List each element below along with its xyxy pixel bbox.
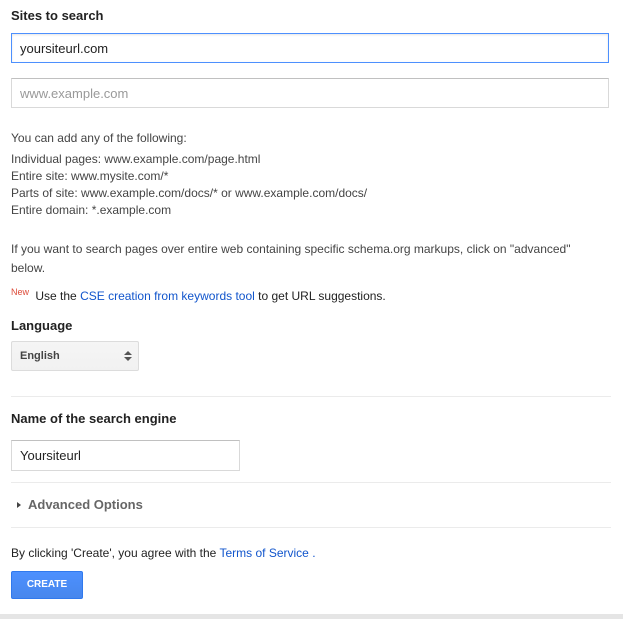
language-heading: Language [11, 318, 73, 333]
agreement-suffix: . [312, 546, 316, 560]
engine-name-heading: Name of the search engine [11, 411, 177, 426]
hint-parts-of-site: Parts of site: www.example.com/docs/* or… [11, 186, 368, 200]
terms-of-service-link[interactable]: Terms of Service [219, 546, 308, 560]
language-select[interactable]: English [11, 341, 139, 371]
terms-agreement: By clicking 'Create', you agree with the… [11, 546, 316, 560]
new-site-input[interactable] [11, 78, 609, 108]
keywords-tool-link[interactable]: CSE creation from keywords tool [80, 289, 255, 303]
section-divider [11, 527, 611, 528]
suggestion-suffix: to get URL suggestions. [258, 289, 386, 303]
site-url-input[interactable] [11, 33, 609, 63]
hint-entire-site: Entire site: www.mysite.com/* [11, 169, 169, 183]
suggestion-prefix: Use the [35, 289, 77, 303]
section-divider [11, 396, 611, 397]
page-bottom-border [0, 614, 623, 619]
up-down-arrows-icon [124, 351, 132, 361]
language-selected-value: English [20, 350, 60, 362]
create-button[interactable]: CREATE [11, 571, 83, 599]
keyword-tool-suggestion: New Use the CSE creation from keywords t… [11, 287, 386, 303]
hint-individual-pages: Individual pages: www.example.com/page.h… [11, 152, 261, 166]
advanced-options-toggle[interactable]: Advanced Options [17, 497, 143, 512]
sites-to-search-heading: Sites to search [11, 8, 104, 23]
engine-name-input[interactable] [11, 440, 240, 471]
expand-triangle-icon [17, 501, 21, 508]
advanced-options-label: Advanced Options [28, 497, 143, 512]
create-search-engine-form: Sites to search You can add any of the f… [0, 0, 623, 619]
section-divider [11, 482, 611, 483]
schema-note: If you want to search pages over entire … [11, 242, 571, 275]
new-badge: New [11, 287, 30, 297]
hint-entire-domain: Entire domain: *.example.com [11, 203, 172, 217]
agreement-prefix: By clicking 'Create', you agree with the [11, 546, 217, 560]
hints-intro: You can add any of the following: [11, 131, 187, 145]
site-format-hints: You can add any of the following: Indivi… [11, 130, 367, 219]
